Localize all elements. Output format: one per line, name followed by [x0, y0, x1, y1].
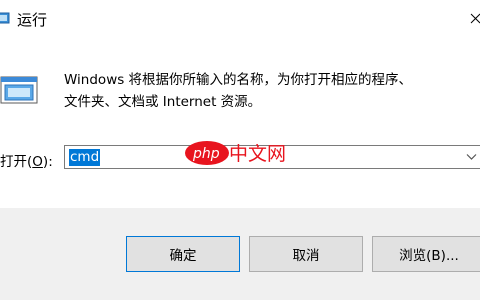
run-app-icon — [0, 12, 10, 24]
open-label-suffix: ): — [42, 154, 53, 170]
open-label: 打开(O): — [0, 150, 53, 170]
chevron-down-icon[interactable] — [466, 153, 477, 161]
browse-button[interactable]: 浏览(B)... — [372, 236, 480, 272]
description-text: Windows 将根据你所输入的名称，为你打开相应的程序、 文件夹、文档或 In… — [64, 69, 474, 113]
description-line-2: 文件夹、文档或 Internet 资源。 — [64, 94, 262, 110]
run-program-icon — [0, 76, 38, 104]
watermark-cn-text: 中文网 — [229, 143, 286, 165]
button-bar: 确定 取消 浏览(B)... — [0, 208, 480, 300]
php-cn-watermark-logo: php 中文网 — [185, 141, 286, 165]
cancel-button[interactable]: 取消 — [249, 236, 363, 272]
open-input-value[interactable]: cmd — [69, 149, 101, 166]
window-title: 运行 — [17, 11, 48, 29]
open-label-hotkey: O — [32, 154, 43, 170]
close-icon[interactable] — [467, 10, 480, 27]
title-bar[interactable]: 运行 — [0, 0, 480, 37]
run-dialog: 运行 Windows 将根据你所输入的名称，为你打开相应的程序、 文件夹、文档或… — [0, 0, 480, 300]
ok-button[interactable]: 确定 — [126, 236, 240, 272]
watermark-php-text: php — [192, 146, 220, 162]
dialog-content: Windows 将根据你所输入的名称，为你打开相应的程序、 文件夹、文档或 In… — [0, 37, 480, 208]
open-label-prefix: 打开( — [0, 154, 33, 170]
description-line-1: Windows 将根据你所输入的名称，为你打开相应的程序、 — [64, 72, 413, 88]
